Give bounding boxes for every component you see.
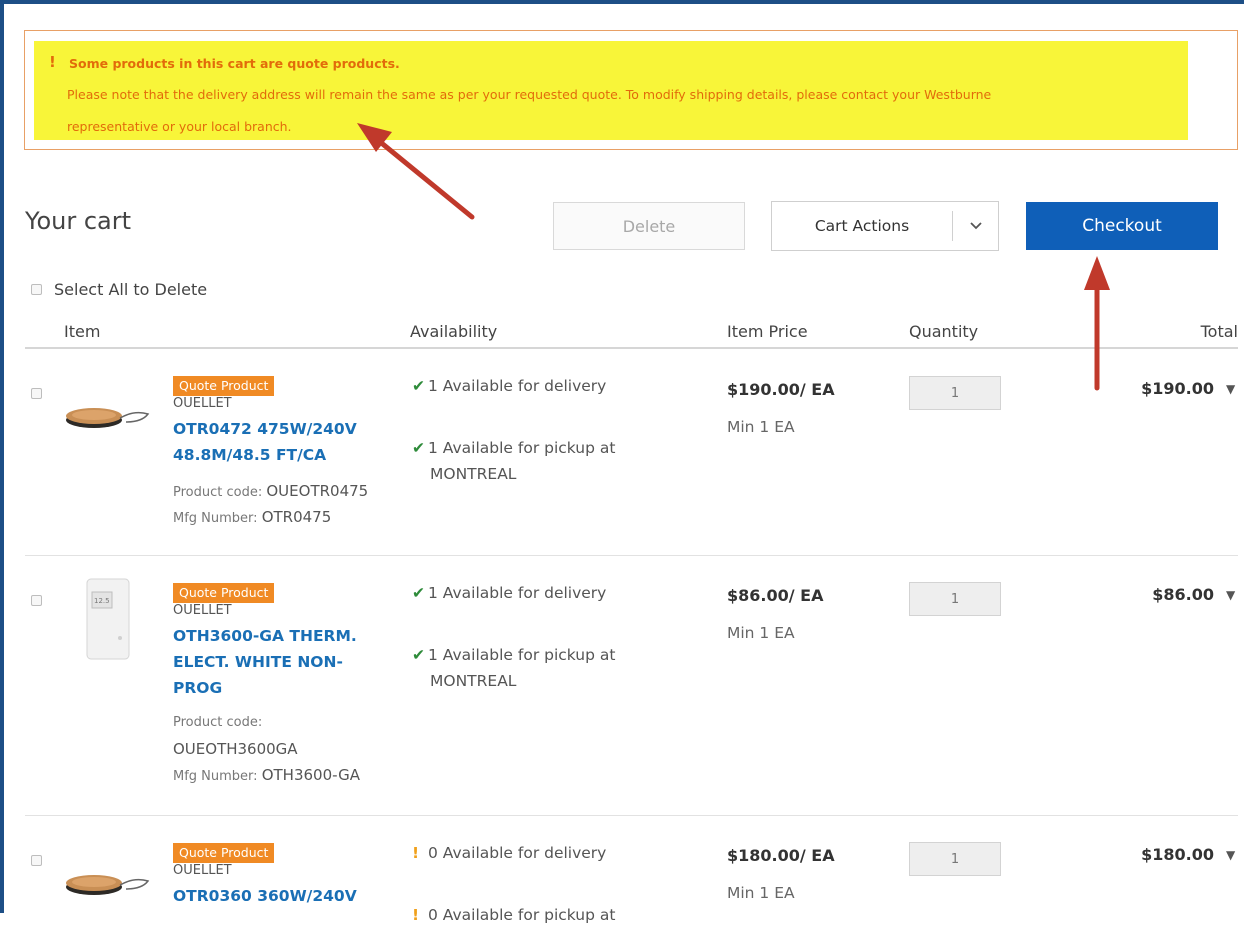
svg-text:12.5: 12.5 bbox=[94, 597, 110, 605]
line-total: $190.00 bbox=[1141, 379, 1214, 398]
check-icon: ✔ bbox=[412, 377, 425, 395]
product-brand: OUELLET bbox=[173, 863, 232, 878]
product-name-link[interactable]: OTR0472 475W/240V 48.8M/48.5 FT/CA bbox=[173, 416, 383, 468]
checkout-button[interactable]: Checkout bbox=[1026, 202, 1218, 250]
item-price: $86.00/ EA bbox=[727, 586, 824, 605]
select-all-label: Select All to Delete bbox=[54, 280, 208, 299]
quote-notice: ! Some products in this cart are quote p… bbox=[24, 30, 1238, 150]
availability-pickup: ! 0 Available for pickup at bbox=[412, 902, 615, 928]
cart-actions-label: Cart Actions bbox=[814, 217, 910, 235]
pickup-location: MONTREAL bbox=[430, 672, 517, 690]
quantity-input[interactable]: 1 bbox=[909, 582, 1001, 616]
chevron-down-icon[interactable] bbox=[953, 202, 999, 250]
line-total: $86.00 bbox=[1152, 585, 1214, 604]
quote-product-badge: Quote Product bbox=[173, 583, 275, 603]
notice-line-2: representative or your local branch. bbox=[67, 119, 292, 134]
notice-line-1: Please note that the delivery address wi… bbox=[67, 87, 992, 102]
select-all-to-delete[interactable]: Select All to Delete bbox=[31, 280, 207, 299]
quote-product-badge: Quote Product bbox=[173, 376, 275, 396]
min-quantity: Min 1 EA bbox=[727, 418, 795, 436]
column-header-total: Total bbox=[1200, 322, 1238, 341]
cart-actions-dropdown[interactable]: Cart Actions bbox=[771, 201, 999, 251]
product-name-link[interactable]: OTH3600-GA THERM. ELECT. WHITE NON-PROG bbox=[173, 623, 373, 701]
row-divider bbox=[25, 815, 1238, 816]
select-all-checkbox[interactable] bbox=[31, 284, 42, 295]
line-total: $180.00 bbox=[1141, 845, 1214, 864]
availability-delivery: ! 0 Available for delivery bbox=[412, 840, 606, 866]
check-icon: ✔ bbox=[412, 439, 425, 457]
product-image-cable-spool[interactable] bbox=[64, 400, 152, 440]
mfg-number-label: Mfg Number: bbox=[173, 769, 258, 784]
quantity-input[interactable]: 1 bbox=[909, 842, 1001, 876]
availability-pickup: ✔ 1 Available for pickup at MONTREAL bbox=[412, 642, 615, 694]
exclamation-icon: ! bbox=[412, 844, 420, 862]
product-code-value: OUEOTR0475 bbox=[266, 482, 369, 500]
exclamation-icon: ! bbox=[49, 53, 56, 71]
item-price: $190.00/ EA bbox=[727, 380, 835, 399]
min-quantity: Min 1 EA bbox=[727, 884, 795, 902]
pickup-location: MONTREAL bbox=[430, 465, 517, 483]
mfg-number: Mfg Number: OTR0475 bbox=[173, 504, 331, 532]
product-code: Product code: OUEOTR0475 bbox=[173, 478, 368, 506]
product-code-label: Product code: bbox=[173, 715, 263, 730]
product-brand: OUELLET bbox=[173, 396, 232, 411]
availability-delivery: ✔ 1 Available for delivery bbox=[412, 580, 606, 606]
annotation-arrowhead-checkout bbox=[1084, 256, 1110, 290]
notice-title: Some products in this cart are quote pro… bbox=[69, 56, 400, 71]
mfg-number-value: OTR0475 bbox=[261, 508, 332, 526]
window-frame-top bbox=[0, 0, 1244, 4]
row-divider bbox=[25, 555, 1238, 556]
check-icon: ✔ bbox=[412, 646, 425, 664]
column-header-availability: Availability bbox=[410, 322, 498, 341]
check-icon: ✔ bbox=[412, 584, 425, 602]
quantity-input[interactable]: 1 bbox=[909, 376, 1001, 410]
availability-pickup-text: 0 Available for pickup at bbox=[428, 906, 616, 924]
exclamation-icon: ! bbox=[412, 906, 420, 924]
delete-button[interactable]: Delete bbox=[553, 202, 745, 250]
product-code-text: OUEOTH3600GA bbox=[173, 740, 298, 758]
min-quantity: Min 1 EA bbox=[727, 624, 795, 642]
triangle-down-icon[interactable]: ▼ bbox=[1226, 848, 1235, 862]
row-checkbox[interactable] bbox=[31, 388, 42, 399]
quote-product-badge: Quote Product bbox=[173, 843, 275, 863]
product-image-thermostat[interactable]: 12.5 bbox=[86, 578, 130, 664]
availability-delivery-text: 0 Available for delivery bbox=[428, 844, 607, 862]
row-checkbox[interactable] bbox=[31, 855, 42, 866]
availability-delivery-text: 1 Available for delivery bbox=[428, 377, 607, 395]
availability-pickup-text: 1 Available for pickup at bbox=[428, 646, 616, 664]
mfg-number-value: OTH3600-GA bbox=[261, 766, 360, 784]
item-price: $180.00/ EA bbox=[727, 846, 835, 865]
availability-pickup: ✔ 1 Available for pickup at MONTREAL bbox=[412, 435, 615, 487]
window-frame-left bbox=[0, 0, 4, 913]
column-header-quantity: Quantity bbox=[909, 322, 979, 341]
availability-delivery: ✔ 1 Available for delivery bbox=[412, 373, 606, 399]
notice-body: Please note that the delivery address wi… bbox=[67, 79, 1167, 143]
availability-delivery-text: 1 Available for delivery bbox=[428, 584, 607, 602]
triangle-down-icon[interactable]: ▼ bbox=[1226, 588, 1235, 602]
product-code-label: Product code: bbox=[173, 485, 263, 500]
row-checkbox[interactable] bbox=[31, 595, 42, 606]
page-title: Your cart bbox=[25, 207, 132, 235]
header-divider bbox=[25, 347, 1238, 349]
triangle-down-icon[interactable]: ▼ bbox=[1226, 382, 1235, 396]
quote-notice-highlight: ! Some products in this cart are quote p… bbox=[34, 41, 1188, 140]
product-code-value: OUEOTH3600GA bbox=[173, 736, 298, 764]
mfg-number-label: Mfg Number: bbox=[173, 511, 258, 526]
mfg-number: Mfg Number: OTH3600-GA bbox=[173, 762, 360, 790]
column-header-price: Item Price bbox=[727, 322, 808, 341]
column-header-item: Item bbox=[64, 322, 101, 341]
availability-pickup-text: 1 Available for pickup at bbox=[428, 439, 616, 457]
product-image-cable-spool[interactable] bbox=[64, 867, 152, 907]
product-brand: OUELLET bbox=[173, 603, 232, 618]
product-name-link[interactable]: OTR0360 360W/240V bbox=[173, 883, 383, 909]
